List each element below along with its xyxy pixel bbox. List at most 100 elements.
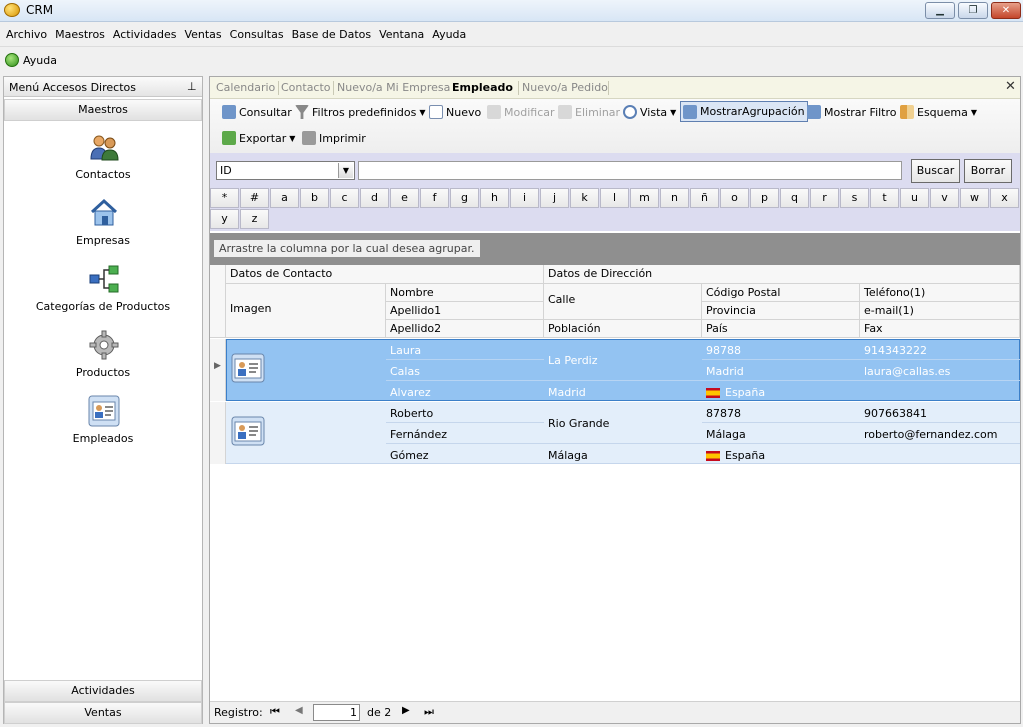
sidebar-item-empresas[interactable]: Empresas [4,197,202,253]
column-poblacion[interactable]: Población [544,320,702,338]
menu-maestros[interactable]: Maestros [51,28,109,41]
cell-provincia[interactable]: Málaga [702,426,750,443]
close-button[interactable]: ✕ [991,2,1021,19]
letter-filter-button[interactable]: j [540,188,569,208]
cell-pais[interactable]: España [702,447,769,464]
menu-consultas[interactable]: Consultas [226,28,288,41]
letter-filter-button[interactable]: v [930,188,959,208]
search-input[interactable] [358,161,902,180]
letter-filter-button[interactable]: e [390,188,419,208]
column-apellido2[interactable]: Apellido2 [386,320,544,338]
letter-filter-button[interactable]: s [840,188,869,208]
tab-nuevo-pedido[interactable]: Nuevo/a Pedido [522,81,608,94]
consultar-button[interactable]: Consultar [220,102,294,122]
menu-ventas[interactable]: Ventas [180,28,225,41]
vista-button[interactable]: Vista ▼ [621,102,678,122]
sidebar-item-productos[interactable]: Productos [4,329,202,385]
sidebar-item-contactos[interactable]: Contactos [4,131,202,187]
column-codigo-postal[interactable]: Código Postal [702,284,860,302]
letter-filter-button[interactable]: q [780,188,809,208]
letter-filter-button[interactable]: g [450,188,479,208]
column-nombre[interactable]: Nombre [386,284,544,302]
column-telefono[interactable]: Teléfono(1) [860,284,1020,302]
column-email[interactable]: e-mail(1) [860,302,1020,320]
menu-ventana[interactable]: Ventana [375,28,428,41]
column-provincia[interactable]: Provincia [702,302,860,320]
column-apellido1[interactable]: Apellido1 [386,302,544,320]
section-maestros[interactable]: Maestros [4,99,202,121]
letter-filter-button[interactable]: d [360,188,389,208]
sidebar-item-categorias[interactable]: Categorías de Productos [4,263,202,319]
section-ventas[interactable]: Ventas [4,702,202,724]
esquema-button[interactable]: Esquema ▼ [898,102,979,122]
mostrar-filtro-button[interactable]: Mostrar Filtro [805,102,899,122]
pin-icon[interactable]: ⊥ [187,80,197,93]
minimize-button[interactable]: ▁ [925,2,955,19]
letter-filter-button[interactable]: b [300,188,329,208]
cell-telefono[interactable]: 907663841 [860,405,931,422]
cell-email[interactable]: laura@callas.es [860,363,954,380]
cell-apellido2[interactable]: Alvarez [386,384,435,401]
letter-filter-button[interactable]: a [270,188,299,208]
menu-ayuda[interactable]: Ayuda [428,28,470,41]
letter-filter-button[interactable]: f [420,188,449,208]
letter-filter-button[interactable]: u [900,188,929,208]
letter-filter-button[interactable]: p [750,188,779,208]
cell-fax[interactable] [860,384,868,388]
letter-filter-button[interactable]: z [240,209,269,229]
tab-contacto[interactable]: Contacto [281,81,331,94]
letter-filter-button[interactable]: k [570,188,599,208]
column-calle[interactable]: Calle [544,284,702,320]
next-record-icon[interactable]: ▶ [402,705,410,716]
cell-poblacion[interactable]: Madrid [544,384,590,401]
exportar-button[interactable]: Exportar ▼ [220,128,297,148]
section-actividades[interactable]: Actividades [4,680,202,702]
cell-calle[interactable]: La Perdiz [544,352,602,369]
letter-filter-button[interactable]: n [660,188,689,208]
last-record-icon[interactable]: ⏭ [424,705,434,719]
cell-nombre[interactable]: Laura [386,342,425,359]
cell-codigo-postal[interactable]: 98788 [702,342,745,359]
letter-filter-button[interactable]: i [510,188,539,208]
eliminar-button[interactable]: Eliminar [556,102,622,122]
band-datos-contacto[interactable]: Datos de Contacto [226,265,544,284]
row-indicator[interactable]: ▶ [210,339,226,401]
band-datos-direccion[interactable]: Datos de Dirección [544,265,1020,284]
cell-poblacion[interactable]: Málaga [544,447,592,464]
cell-email[interactable]: roberto@fernandez.com [860,426,1002,443]
letter-filter-button[interactable]: o [720,188,749,208]
cell-pais[interactable]: España [702,384,769,401]
cell-apellido2[interactable]: Gómez [386,447,433,464]
letter-filter-button[interactable]: y [210,209,239,229]
maximize-button[interactable]: ❐ [958,2,988,19]
cell-apellido1[interactable]: Fernández [386,426,451,443]
help-icon[interactable] [5,53,19,67]
letter-filter-button[interactable]: m [630,188,659,208]
group-by-area[interactable]: Arrastre la columna por la cual desea ag… [210,233,1020,265]
cell-calle[interactable]: Rio Grande [544,415,613,432]
tab-empleado[interactable]: Empleado [452,81,513,94]
column-pais[interactable]: País [702,320,860,338]
letter-filter-button[interactable]: w [960,188,989,208]
cell-fax[interactable] [860,447,868,451]
cell-codigo-postal[interactable]: 87878 [702,405,745,422]
letter-filter-button[interactable]: h [480,188,509,208]
record-number-input[interactable]: 1 [313,704,360,721]
modificar-button[interactable]: Modificar [485,102,557,122]
column-imagen[interactable]: Imagen [226,284,386,338]
letter-filter-button[interactable]: l [600,188,629,208]
row-indicator[interactable] [210,402,226,464]
letter-filter-button[interactable]: * [210,188,239,208]
menu-base-de-datos[interactable]: Base de Datos [288,28,376,41]
filtros-predefinidos-button[interactable]: Filtros predefinidos ▼ [293,102,428,122]
column-fax[interactable]: Fax [860,320,1020,338]
cell-provincia[interactable]: Madrid [702,363,748,380]
close-tab-icon[interactable]: ✕ [1005,79,1016,94]
letter-filter-button[interactable]: c [330,188,359,208]
cell-nombre[interactable]: Roberto [386,405,437,422]
help-button[interactable]: Ayuda [23,54,57,67]
chevron-down-icon[interactable]: ▼ [338,163,353,178]
imprimir-button[interactable]: Imprimir [300,128,368,148]
letter-filter-button[interactable]: # [240,188,269,208]
sidebar-item-empleados[interactable]: Empleados [4,395,202,451]
